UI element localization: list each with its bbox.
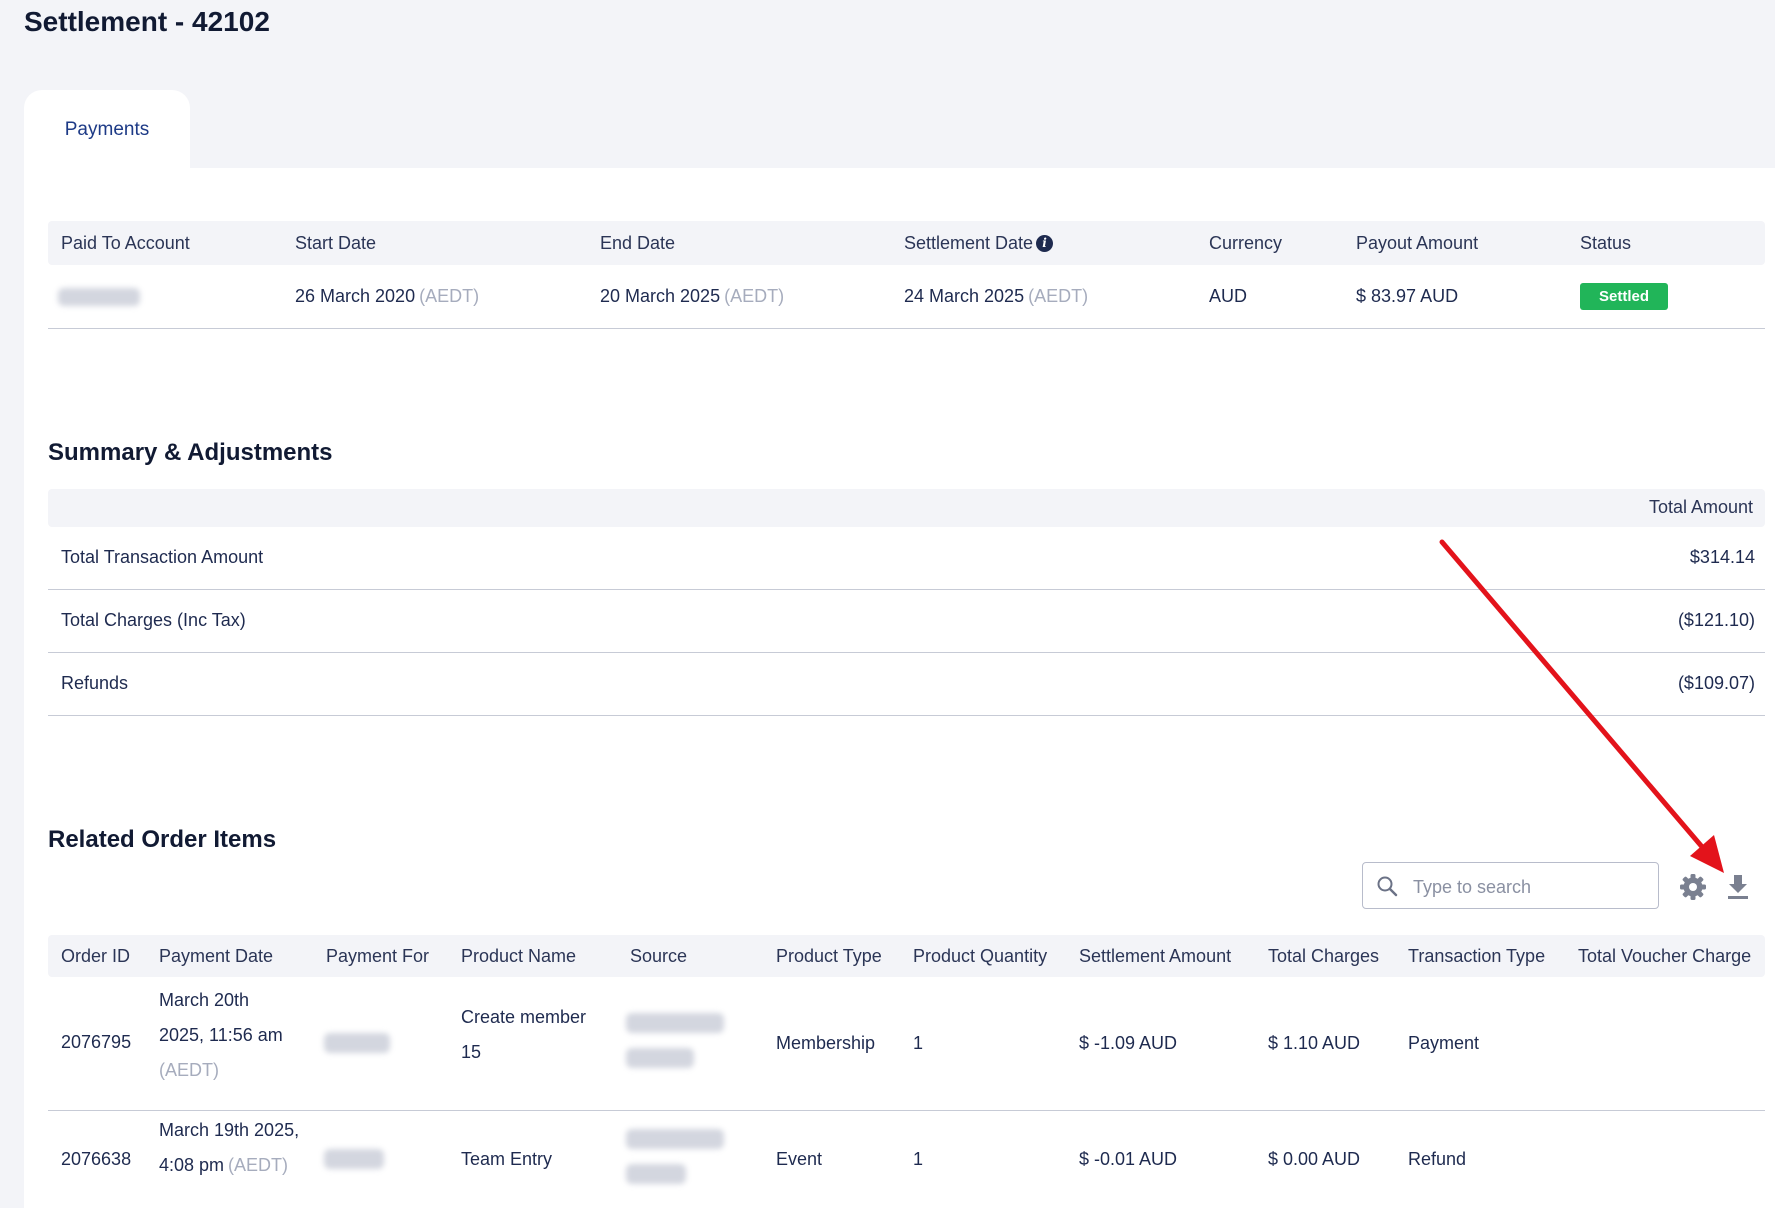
col-total-voucher-charge[interactable]: Total Voucher Charge (1578, 946, 1751, 967)
summary-label: Total Transaction Amount (61, 547, 264, 567)
related-orders-title: Related Order Items (48, 826, 277, 853)
col-paid-to-account[interactable]: Paid To Account (61, 233, 190, 254)
summary-label: Refunds (61, 673, 129, 693)
transaction-type-cell: Refund (1408, 1149, 1467, 1169)
payment-date-cell: March 19th 2025, 4:08 pm (AEDT) (159, 1120, 300, 1175)
col-total-amount: Total Amount (1648, 497, 1753, 517)
payment-for-redacted (324, 1149, 384, 1174)
summary-value: ($121.10) (1677, 610, 1755, 630)
col-status[interactable]: Status (1580, 233, 1631, 254)
search-input[interactable] (1411, 873, 1645, 901)
payout-amount-cell: $ 83.97 AUD (1356, 286, 1459, 306)
source-redacted (626, 1129, 724, 1189)
settlement-amount-cell: $ -1.09 AUD (1079, 1033, 1178, 1053)
payments-table-header: Paid To Account Start Date End Date Sett… (48, 221, 1765, 265)
col-total-charges[interactable]: Total Charges (1268, 946, 1379, 967)
page-title: Settlement - 42102 (24, 6, 270, 37)
col-order-id[interactable]: Order ID (61, 946, 130, 967)
col-settlement-amount[interactable]: Settlement Amount (1079, 946, 1231, 967)
col-product-name[interactable]: Product Name (461, 946, 576, 967)
summary-title: Summary & Adjustments (48, 439, 333, 466)
paid-to-account-redacted (58, 288, 140, 311)
summary-row: Total Charges (Inc Tax) ($121.10) (48, 590, 1765, 653)
summary-value: ($109.07) (1677, 673, 1755, 693)
product-type-cell: Event (776, 1149, 823, 1169)
summary-label: Total Charges (Inc Tax) (61, 610, 246, 630)
table-row[interactable]: 2076795 March 20th 2025, 11:56 am (AEDT)… (48, 977, 1765, 1111)
col-payment-date[interactable]: Payment Date (159, 946, 273, 967)
total-charges-cell: $ 1.10 AUD (1268, 1033, 1361, 1053)
payments-table-row: 26 March 2020 (AEDT) 20 March 2025 (AEDT) … (48, 266, 1765, 329)
col-product-quantity[interactable]: Product Quantity (913, 946, 1047, 967)
table-row[interactable]: 2076638 March 19th 2025, 4:08 pm (AEDT) T… (48, 1111, 1765, 1208)
product-name-cell: Create member 15 (461, 1007, 587, 1062)
payment-date-cell: March 20th 2025, 11:56 am (AEDT) (159, 990, 283, 1080)
order-id-cell: 2076638 (61, 1149, 132, 1169)
tab-payments[interactable]: Payments (24, 90, 190, 170)
total-charges-cell: $ 0.00 AUD (1268, 1149, 1361, 1169)
start-date-cell: 26 March 2020 (AEDT) (295, 286, 480, 306)
settlement-amount-cell: $ -0.01 AUD (1079, 1149, 1178, 1169)
col-payout-amount[interactable]: Payout Amount (1356, 233, 1478, 254)
col-product-type[interactable]: Product Type (776, 946, 882, 967)
download-icon[interactable] (1725, 872, 1751, 900)
summary-row: Refunds ($109.07) (48, 653, 1765, 716)
summary-value: $314.14 (1689, 547, 1755, 567)
product-quantity-cell: 1 (913, 1149, 924, 1169)
payment-for-redacted (324, 1033, 390, 1058)
info-icon[interactable]: i (1036, 235, 1054, 253)
product-type-cell: Membership (776, 1033, 876, 1053)
orders-table-header: Order ID Payment Date Payment For Produc… (48, 935, 1765, 977)
search-icon (1377, 876, 1398, 897)
end-date-cell: 20 March 2025 (AEDT) (600, 286, 785, 306)
gear-icon[interactable] (1679, 873, 1707, 901)
summary-table-header: Total Amount (48, 489, 1765, 527)
settlement-date-cell: 24 March 2025 (AEDT) (904, 286, 1089, 306)
status-cell: Settled (1580, 283, 1669, 310)
transaction-type-cell: Payment (1408, 1033, 1480, 1053)
product-quantity-cell: 1 (913, 1033, 924, 1053)
col-source[interactable]: Source (630, 946, 687, 967)
source-redacted (626, 1013, 724, 1073)
currency-cell: AUD (1209, 286, 1248, 306)
product-name-cell: Team Entry (461, 1149, 553, 1169)
col-settlement-date[interactable]: Settlement Date i (904, 233, 1054, 254)
summary-row: Total Transaction Amount $314.14 (48, 527, 1765, 590)
col-payment-for[interactable]: Payment For (326, 946, 429, 967)
status-badge: Settled (1580, 283, 1669, 310)
order-id-cell: 2076795 (61, 1032, 132, 1052)
col-currency[interactable]: Currency (1209, 233, 1282, 254)
search-box[interactable] (1362, 862, 1659, 909)
col-start-date[interactable]: Start Date (295, 233, 376, 254)
col-transaction-type[interactable]: Transaction Type (1408, 946, 1545, 967)
col-end-date[interactable]: End Date (600, 233, 675, 254)
